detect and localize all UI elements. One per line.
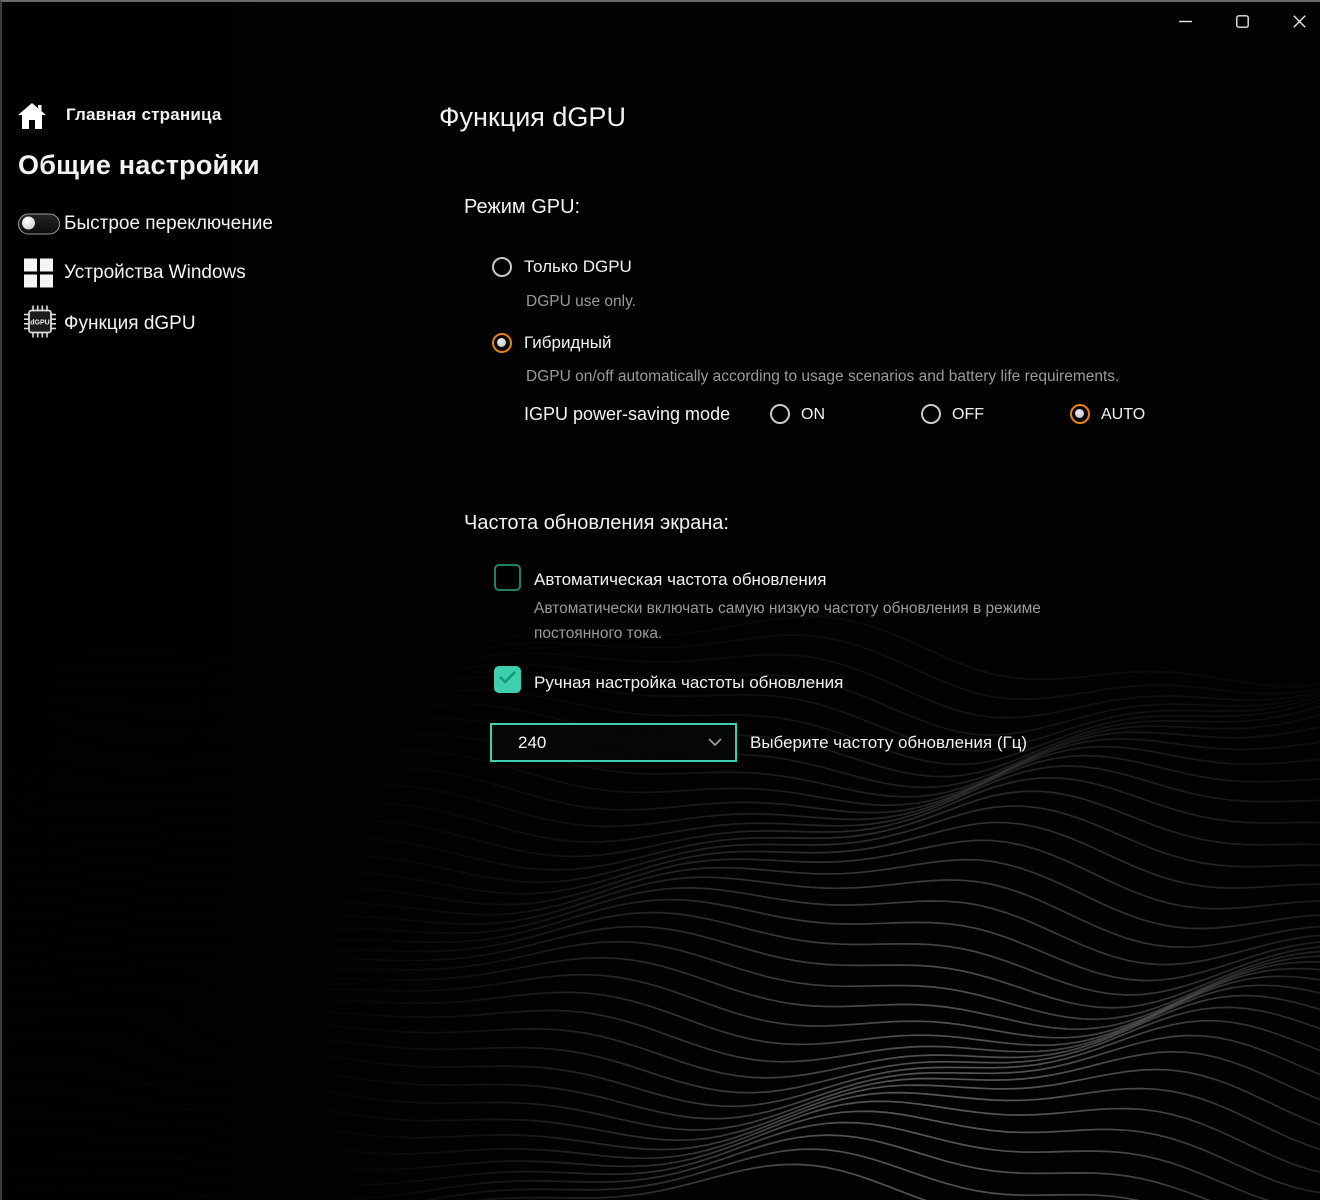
minimize-icon [1178, 15, 1192, 28]
igpu-power-saving-label: IGPU power-saving mode [524, 404, 731, 424]
radio-igpu-auto-label[interactable]: AUTO [1101, 405, 1145, 425]
auto-refresh-description: Автоматически включать самую низкую част… [534, 600, 1041, 642]
close-icon [1292, 14, 1306, 28]
manual-refresh-checkbox[interactable] [494, 666, 521, 693]
radio-dgpu-only-description: DGPU use only. [526, 293, 636, 310]
minimize-button[interactable] [1162, 4, 1208, 38]
manual-refresh-label[interactable]: Ручная настройка частоты обновления [534, 672, 843, 693]
gpu-mode-heading: Режим GPU: [464, 196, 581, 218]
chevron-down-icon [708, 738, 722, 747]
refresh-rate-heading: Частота обновления экрана: [464, 512, 729, 534]
main-content: Функция dGPU Режим GPU: Только DGPU DGPU… [2, 2, 1320, 1200]
maximize-button[interactable] [1219, 4, 1265, 38]
radio-hybrid-label[interactable]: Гибридный [524, 333, 611, 353]
radio-hybrid-description: DGPU on/off automatically according to u… [526, 368, 1120, 385]
maximize-icon [1235, 14, 1249, 28]
app-window: Главная страница Общие настройки Быстрое… [0, 0, 1320, 1200]
radio-igpu-on[interactable] [770, 404, 790, 424]
refresh-rate-dropdown[interactable]: 240 [490, 723, 737, 762]
radio-dgpu-only[interactable] [492, 257, 512, 277]
radio-hybrid[interactable] [492, 333, 512, 353]
radio-dgpu-only-label[interactable]: Только DGPU [524, 257, 632, 277]
page-title: Функция dGPU [439, 102, 626, 132]
auto-refresh-label[interactable]: Автоматическая частота обновления [534, 569, 827, 590]
radio-igpu-off[interactable] [921, 404, 941, 424]
refresh-rate-dropdown-label: Выберите частоту обновления (Гц) [750, 733, 1028, 752]
refresh-rate-value: 240 [518, 732, 547, 752]
radio-igpu-auto[interactable] [1070, 404, 1090, 424]
radio-igpu-on-label[interactable]: ON [801, 405, 825, 425]
auto-refresh-checkbox[interactable] [494, 564, 521, 591]
close-button[interactable] [1276, 4, 1320, 38]
titlebar [2, 2, 1320, 42]
radio-igpu-off-label[interactable]: OFF [952, 405, 984, 425]
check-icon [499, 670, 516, 689]
